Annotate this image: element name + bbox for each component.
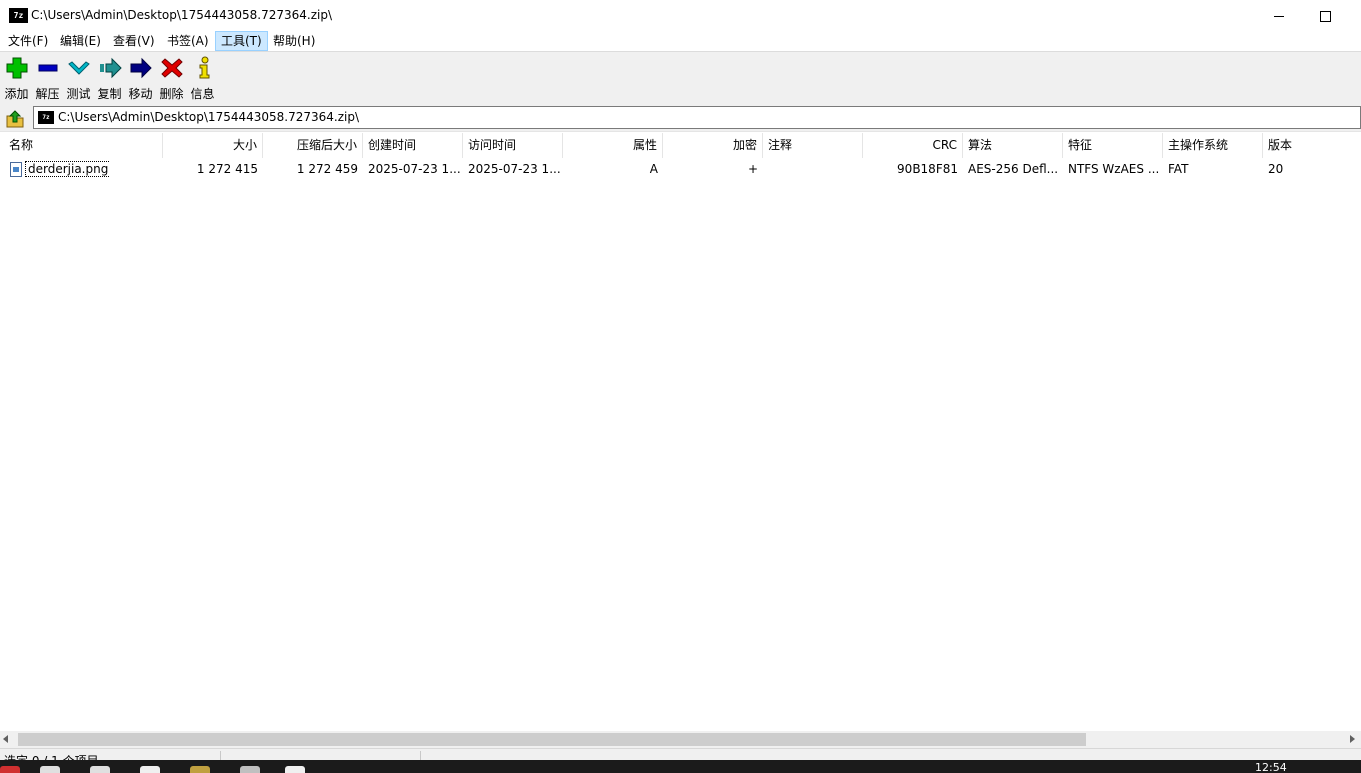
test-button[interactable]: 测试 <box>63 56 94 102</box>
move-label: 移动 <box>128 87 153 101</box>
plus-icon <box>5 56 29 80</box>
copy-arrow-icon <box>98 56 122 80</box>
info-label: 信息 <box>190 87 215 101</box>
file-list[interactable]: 名称 大小 压缩后大小 创建时间 访问时间 属性 加密 注释 CRC 算法 特征… <box>0 131 1361 732</box>
col-header-encrypted[interactable]: 加密 <box>663 133 763 158</box>
row-accessed: 2025-07-23 1... <box>468 162 561 176</box>
delete-label: 删除 <box>159 87 184 101</box>
delete-x-icon <box>160 56 184 80</box>
copy-label: 复制 <box>97 87 122 101</box>
delete-button[interactable]: 删除 <box>156 56 187 102</box>
horizontal-scrollbar[interactable] <box>0 731 1361 748</box>
maximize-button[interactable] <box>1302 0 1348 31</box>
add-button[interactable]: 添加 <box>1 56 32 102</box>
menu-bar: 文件(F) 编辑(E) 查看(V) 书签(A) 工具(T) 帮助(H) <box>0 31 1361 51</box>
minimize-icon <box>1274 16 1284 17</box>
up-folder-button[interactable] <box>4 107 26 129</box>
row-created: 2025-07-23 1... <box>368 162 461 176</box>
taskbar-app-icon[interactable] <box>190 766 210 773</box>
col-header-crc[interactable]: CRC <box>863 133 963 158</box>
col-header-version[interactable]: 版本 <box>1263 133 1361 158</box>
taskbar-app-icon[interactable] <box>140 766 160 773</box>
folder-up-icon <box>6 110 24 128</box>
taskbar-clock: 12:54 <box>1255 761 1287 773</box>
window-title: C:\Users\Admin\Desktop\1754443058.727364… <box>31 8 333 22</box>
menu-help[interactable]: 帮助(H) <box>268 31 320 51</box>
test-label: 测试 <box>66 87 91 101</box>
col-header-attributes[interactable]: 属性 <box>563 133 663 158</box>
menu-tools[interactable]: 工具(T) <box>215 31 268 51</box>
minimize-button[interactable] <box>1256 0 1302 31</box>
maximize-icon <box>1319 11 1331 22</box>
row-crc: 90B18F81 <box>897 162 958 176</box>
taskbar-app-icon[interactable] <box>40 766 60 773</box>
add-label: 添加 <box>4 87 29 101</box>
col-header-created[interactable]: 创建时间 <box>363 133 463 158</box>
row-attributes: A <box>649 162 658 176</box>
move-arrow-icon <box>129 56 153 80</box>
row-method: AES-256 Defl... <box>968 162 1059 176</box>
col-header-host-os[interactable]: 主操作系统 <box>1163 133 1263 158</box>
col-header-characteristics[interactable]: 特征 <box>1063 133 1163 158</box>
row-version: 20 <box>1268 162 1284 176</box>
app-7zip-icon: 7z <box>9 8 28 23</box>
info-button[interactable]: 信息 <box>187 56 218 102</box>
row-name-text: derderjia.png <box>25 161 110 177</box>
menu-view[interactable]: 查看(V) <box>108 31 160 51</box>
scroll-left-arrow-icon[interactable] <box>3 735 8 743</box>
taskbar-app-icon[interactable] <box>285 766 305 773</box>
row-size: 1 272 415 <box>196 162 258 176</box>
path-text: C:\Users\Admin\Desktop\1754443058.727364… <box>58 110 360 124</box>
taskbar: 12:54 <box>0 760 1361 773</box>
menu-bookmarks[interactable]: 书签(A) <box>162 31 214 51</box>
extract-label: 解压 <box>35 87 60 101</box>
copy-button[interactable]: 复制 <box>94 56 125 102</box>
path-input[interactable]: 7z C:\Users\Admin\Desktop\1754443058.727… <box>33 106 1361 129</box>
row-name: derderjia.png <box>20 160 110 178</box>
minus-icon <box>36 56 60 80</box>
title-bar: 7z C:\Users\Admin\Desktop\1754443058.727… <box>0 0 1361 31</box>
extract-button[interactable]: 解压 <box>32 56 63 102</box>
address-bar: 7z C:\Users\Admin\Desktop\1754443058.727… <box>0 104 1361 131</box>
taskbar-app-icon[interactable] <box>240 766 260 773</box>
taskbar-app-icon[interactable] <box>0 766 20 773</box>
menu-edit[interactable]: 编辑(E) <box>55 31 106 51</box>
col-header-size[interactable]: 大小 <box>163 133 263 158</box>
col-header-accessed[interactable]: 访问时间 <box>463 133 563 158</box>
taskbar-app-icon[interactable] <box>90 766 110 773</box>
row-characteristics: NTFS WzAES ... <box>1068 162 1160 176</box>
checkmark-icon <box>67 56 91 80</box>
archive-icon: 7z <box>38 111 54 124</box>
row-encrypted: + <box>747 162 758 176</box>
menu-file[interactable]: 文件(F) <box>3 31 53 51</box>
row-packed-size: 1 272 459 <box>296 162 358 176</box>
col-header-method[interactable]: 算法 <box>963 133 1063 158</box>
scroll-thumb[interactable] <box>18 733 1086 746</box>
col-header-name[interactable]: 名称 <box>4 133 163 158</box>
row-comment <box>763 160 863 178</box>
scroll-right-arrow-icon[interactable] <box>1350 735 1355 743</box>
col-header-comment[interactable]: 注释 <box>763 133 863 158</box>
toolbar: 添加 解压 测试 复制 移动 删除 信息 <box>0 51 1361 105</box>
info-icon <box>191 56 215 80</box>
row-host-os: FAT <box>1168 162 1189 176</box>
col-header-packed[interactable]: 压缩后大小 <box>263 133 363 158</box>
move-button[interactable]: 移动 <box>125 56 156 102</box>
